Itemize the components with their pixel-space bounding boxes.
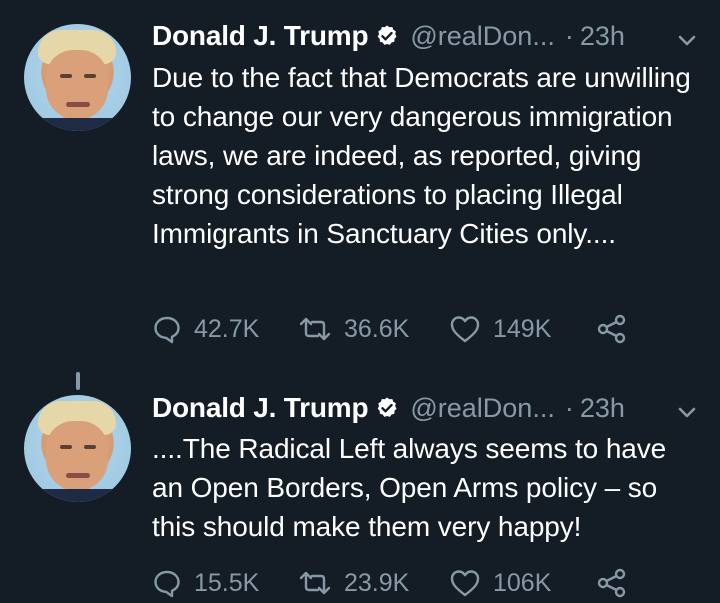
tweet-header: Donald J. Trump @realDon... · 23h (152, 390, 625, 426)
retweet-button[interactable]: 36.6K (298, 311, 409, 347)
reply-button[interactable]: 42.7K (152, 311, 259, 347)
retweet-icon (299, 571, 331, 595)
author-avatar[interactable] (24, 24, 131, 131)
author-avatar[interactable] (24, 395, 131, 502)
author-name[interactable]: Donald J. Trump (152, 20, 369, 52)
like-icon (450, 570, 480, 597)
timestamp[interactable]: 23h (580, 21, 625, 52)
tweet-header: Donald J. Trump @realDon... · 23h (152, 18, 625, 54)
timestamp[interactable]: 23h (580, 393, 625, 424)
reply-count: 42.7K (194, 314, 260, 343)
reply-count: 15.5K (194, 568, 260, 597)
tweet-actions: 42.7K 36.6K 149K (152, 311, 672, 347)
retweet-count: 36.6K (344, 314, 410, 343)
chevron-down-icon[interactable] (674, 27, 700, 53)
author-handle[interactable]: @realDon... (410, 393, 554, 424)
reply-icon (154, 316, 180, 344)
like-icon (450, 316, 480, 343)
tweet-text: Due to the fact that Democrats are unwil… (152, 62, 691, 249)
tweet-actions: 15.5K 23.9K 106K (152, 565, 672, 601)
author-name[interactable]: Donald J. Trump (152, 392, 369, 424)
retweet-icon (299, 317, 331, 341)
like-button[interactable]: 106K (449, 565, 551, 601)
verified-badge-icon (378, 397, 397, 417)
share-button[interactable] (596, 565, 628, 601)
reply-button[interactable]: 15.5K (152, 565, 259, 601)
separator: · (564, 392, 574, 423)
like-button[interactable]: 149K (449, 311, 551, 347)
like-count: 149K (493, 314, 552, 343)
tweet-2[interactable]: Donald J. Trump @realDon... · 23h ....Th… (0, 375, 720, 603)
verified-badge-icon (378, 25, 397, 45)
author-handle[interactable]: @realDon... (410, 21, 554, 52)
share-button[interactable] (596, 311, 628, 347)
retweet-count: 23.9K (344, 568, 410, 597)
separator: · (564, 20, 574, 51)
like-count: 106K (493, 568, 552, 597)
reply-icon (154, 570, 180, 598)
chevron-down-icon[interactable] (674, 399, 700, 425)
retweet-button[interactable]: 23.9K (298, 565, 409, 601)
share-icon (597, 314, 626, 344)
tweet-1[interactable]: Donald J. Trump @realDon... · 23h Due to… (0, 0, 720, 370)
tweet-text: ....The Radical Left always seems to hav… (152, 433, 667, 542)
share-icon (597, 568, 626, 598)
